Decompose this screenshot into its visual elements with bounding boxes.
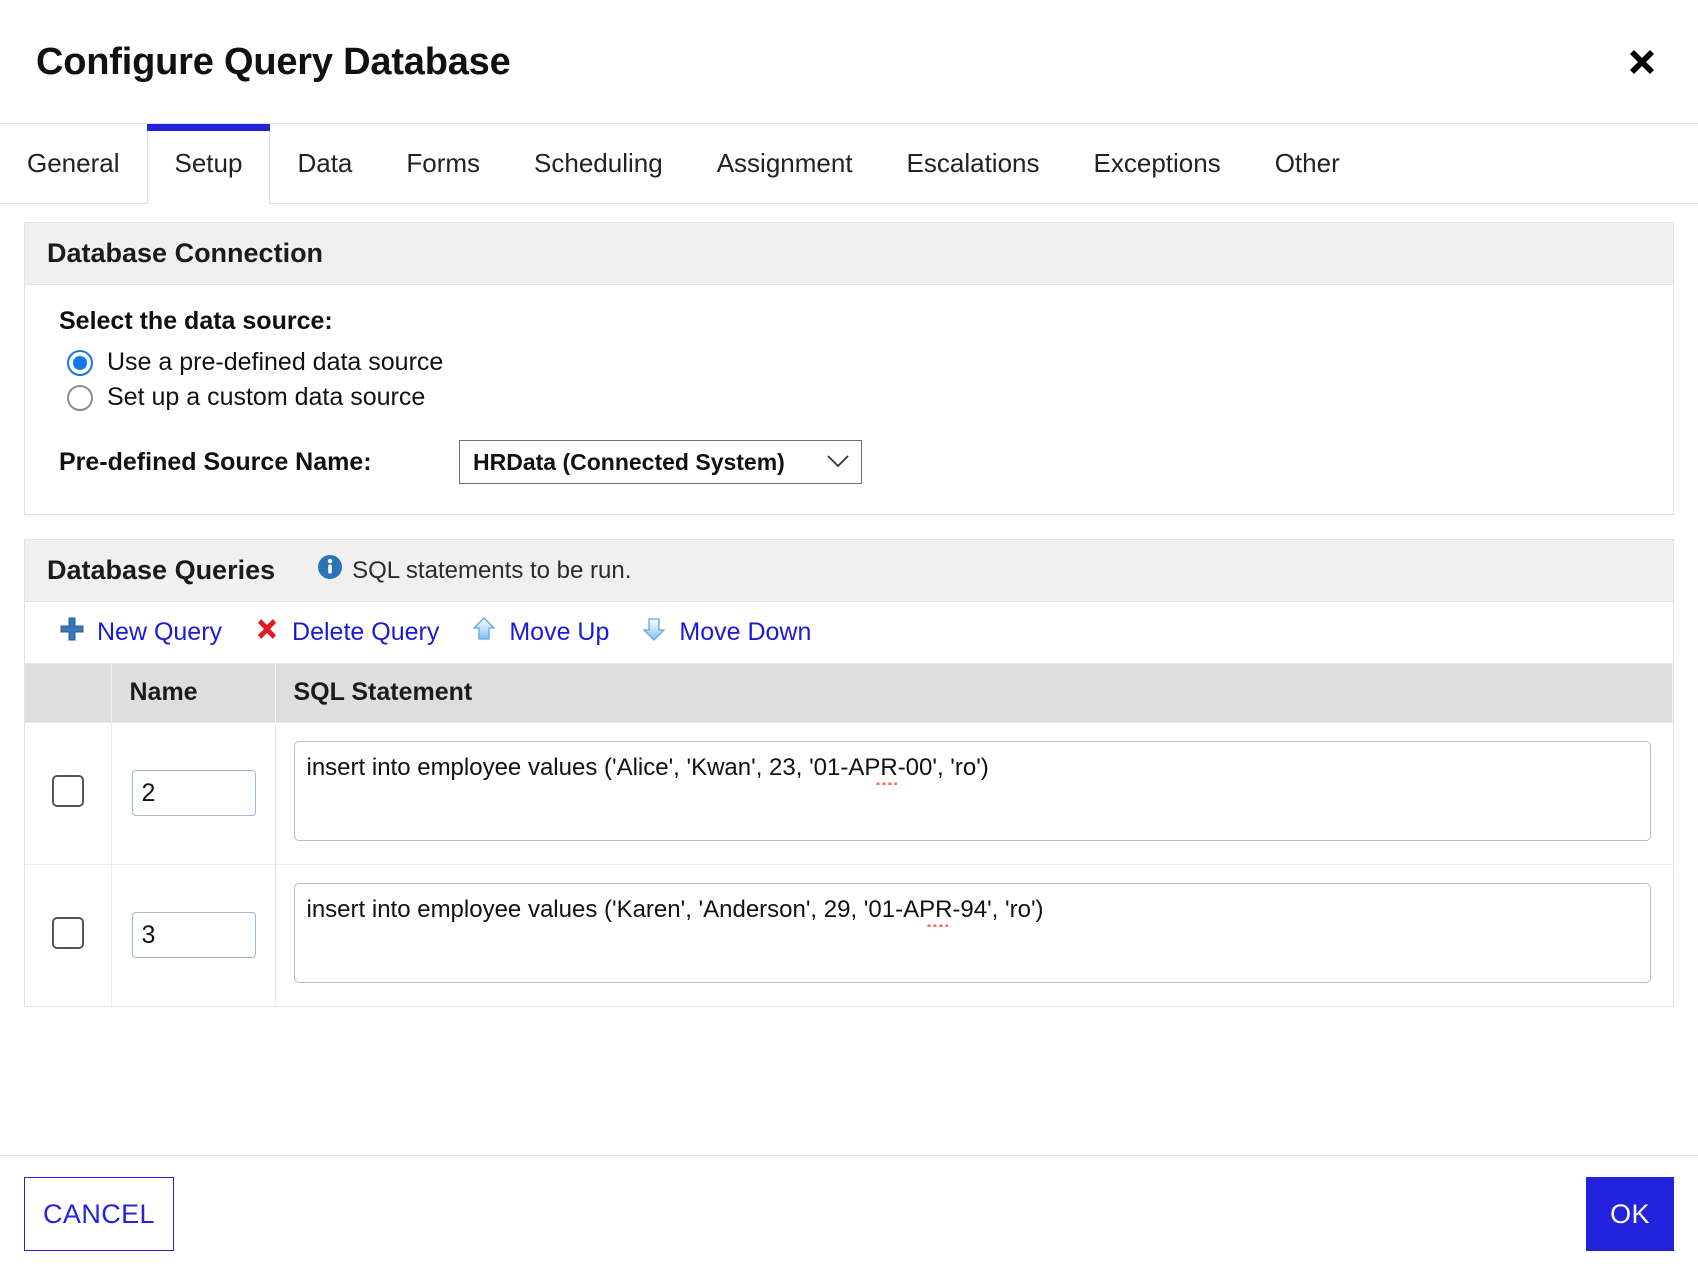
select-data-source-label: Select the data source:	[59, 307, 333, 335]
radio-predefined-indicator[interactable]	[67, 349, 93, 376]
database-queries-panel: Database Queries SQL statements to be ru…	[24, 539, 1674, 1007]
tab-scheduling[interactable]: Scheduling	[507, 124, 690, 203]
sql-wrapper-2: insert into employee values ('Karen', 'A…	[293, 882, 1651, 988]
database-connection-body: Select the data source: Use a pre-define…	[25, 285, 1673, 514]
close-icon	[1625, 45, 1659, 79]
row-select-cell	[25, 863, 112, 1006]
tab-data[interactable]: Data	[270, 124, 379, 203]
delete-query-button[interactable]: Delete Query	[254, 616, 439, 649]
column-header-sql: SQL Statement	[275, 664, 1673, 722]
predefined-source-select[interactable]: HRData (Connected System)	[459, 440, 862, 484]
database-queries-hint-text: SQL statements to be run.	[352, 556, 632, 584]
predefined-source-value: HRData (Connected System)	[473, 448, 785, 475]
radio-custom-indicator[interactable]	[67, 384, 93, 411]
arrow-down-icon	[641, 616, 667, 649]
close-button[interactable]	[1619, 39, 1665, 85]
page-title: Configure Query Database	[36, 40, 511, 83]
row-name-cell	[111, 863, 276, 1006]
dialog-footer: CANCEL OK	[0, 1155, 1698, 1272]
configure-query-database-dialog: Configure Query Database General Setup D…	[0, 0, 1698, 1272]
row-sql-cell: insert into employee values ('Alice', 'K…	[275, 721, 1673, 864]
dialog-titlebar: Configure Query Database	[0, 0, 1698, 124]
column-header-name: Name	[111, 664, 276, 722]
delete-query-label: Delete Query	[292, 618, 440, 646]
query-table-header-row: Name SQL Statement	[25, 664, 1673, 722]
predefined-source-label: Pre-defined Source Name:	[59, 447, 372, 476]
plus-icon	[59, 616, 85, 649]
row-checkbox-2[interactable]	[51, 916, 84, 949]
table-row: insert into employee values ('Karen', 'A…	[25, 863, 1673, 1006]
tab-other[interactable]: Other	[1248, 124, 1367, 203]
new-query-button[interactable]: New Query	[59, 616, 222, 649]
database-queries-title: Database Queries	[47, 555, 276, 585]
database-queries-hint: SQL statements to be run.	[317, 554, 631, 587]
sql-statement-input-1[interactable]: insert into employee values ('Alice', 'K…	[293, 740, 1651, 841]
ok-button[interactable]: OK	[1586, 1177, 1674, 1251]
query-name-input-2[interactable]	[131, 912, 256, 958]
query-table-body: insert into employee values ('Alice', 'K…	[25, 721, 1673, 1006]
delete-x-icon	[254, 616, 280, 649]
new-query-label: New Query	[97, 618, 223, 646]
tab-assignment[interactable]: Assignment	[690, 124, 880, 203]
table-row: insert into employee values ('Alice', 'K…	[25, 721, 1673, 864]
chevron-down-icon	[827, 453, 849, 472]
radio-predefined-label: Use a pre-defined data source	[107, 348, 444, 376]
radio-option-custom[interactable]: Set up a custom data source	[67, 383, 1651, 412]
database-connection-title: Database Connection	[47, 238, 324, 268]
cancel-button[interactable]: CANCEL	[24, 1177, 174, 1251]
sql-wrapper-1: insert into employee values ('Alice', 'K…	[293, 740, 1651, 846]
radio-custom-label: Set up a custom data source	[107, 383, 426, 411]
column-header-select	[25, 664, 112, 722]
arrow-up-icon	[471, 616, 497, 649]
tab-general[interactable]: General	[0, 124, 147, 203]
move-down-label: Move Down	[679, 618, 812, 646]
database-connection-panel: Database Connection Select the data sour…	[24, 222, 1674, 515]
row-sql-cell: insert into employee values ('Karen', 'A…	[275, 863, 1673, 1006]
tab-escalations[interactable]: Escalations	[880, 124, 1067, 203]
info-icon	[317, 554, 343, 587]
row-name-cell	[111, 721, 276, 864]
query-name-input-1[interactable]	[131, 770, 256, 816]
dialog-content: Database Connection Select the data sour…	[0, 204, 1698, 1155]
tab-exceptions[interactable]: Exceptions	[1067, 124, 1248, 203]
row-select-cell	[25, 721, 112, 864]
database-connection-header: Database Connection	[25, 223, 1673, 285]
query-toolbar: New Query Delete Query Move Up Move Down	[25, 602, 1673, 664]
tab-setup[interactable]: Setup	[146, 124, 271, 204]
query-table: Name SQL Statement in	[25, 664, 1673, 1006]
query-table-head: Name SQL Statement	[25, 664, 1673, 722]
tab-bar: General Setup Data Forms Scheduling Assi…	[0, 124, 1698, 204]
predefined-source-row: Pre-defined Source Name: HRData (Connect…	[59, 440, 1651, 484]
database-queries-header: Database Queries SQL statements to be ru…	[25, 540, 1673, 602]
sql-statement-input-2[interactable]: insert into employee values ('Karen', 'A…	[293, 882, 1651, 983]
move-down-button[interactable]: Move Down	[641, 616, 811, 649]
move-up-label: Move Up	[509, 618, 610, 646]
radio-option-predefined[interactable]: Use a pre-defined data source	[67, 348, 1651, 377]
row-checkbox-1[interactable]	[51, 774, 84, 807]
move-up-button[interactable]: Move Up	[471, 616, 609, 649]
tab-forms[interactable]: Forms	[379, 124, 507, 203]
